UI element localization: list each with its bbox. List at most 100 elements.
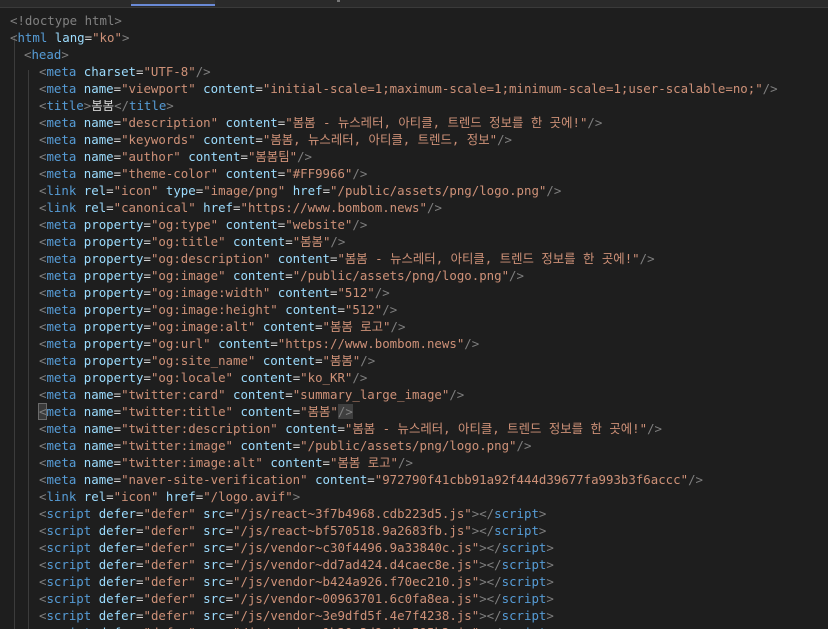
code-line[interactable]: <script defer="defer" src="/js/vendor~1b… [39, 624, 554, 629]
code-line[interactable]: <script defer="defer" src="/js/vendor~3e… [39, 607, 554, 624]
code-line[interactable]: <title>봄봄</title> [39, 97, 174, 114]
code-token: ></ [479, 608, 502, 623]
code-line[interactable]: <!doctype html> [10, 12, 122, 29]
code-token: "og:image:alt" [150, 319, 256, 334]
code-line[interactable]: <meta property="og:site_name" content="봄… [39, 352, 375, 369]
code-line[interactable]: <meta property="og:type" content="websit… [39, 216, 367, 233]
code-token: "ko_KR" [300, 370, 353, 385]
code-token: > [546, 574, 554, 589]
code-token: defer [98, 591, 137, 606]
code-token: = [337, 421, 345, 436]
code-line[interactable]: <head> [24, 46, 69, 63]
code-token: name [83, 115, 114, 130]
code-line[interactable]: <script defer="defer" src="/js/vendor~c3… [39, 539, 554, 556]
code-line[interactable]: <script defer="defer" src="/js/vendor~00… [39, 590, 554, 607]
code-token: > [538, 506, 547, 521]
active-editor-tab[interactable] [131, 0, 215, 6]
code-line[interactable]: <script defer="defer" src="/js/vendor~dd… [39, 556, 554, 573]
code-line[interactable]: <meta property="og:locale" content="ko_K… [39, 369, 367, 386]
code-token: = [285, 268, 293, 283]
code-line[interactable]: <meta property="og:image:width" content=… [39, 284, 390, 301]
code-line[interactable]: <meta name="keywords" content="봄봄, 뉴스레터,… [39, 131, 512, 148]
code-line[interactable]: <meta property="og:image:height" content… [39, 301, 397, 318]
code-line[interactable]: <link rel="icon" href="/logo.avif"> [39, 488, 300, 505]
code-token: /> [449, 387, 465, 402]
code-token: = [113, 472, 122, 487]
code-token: "og:image:width" [150, 285, 271, 300]
code-token: content [262, 353, 316, 368]
code-token: "봄봄" [292, 234, 331, 249]
code-line[interactable]: <meta name="description" content="봄봄 - 뉴… [39, 114, 602, 131]
code-token: meta [46, 438, 77, 453]
code-token: = [322, 183, 331, 198]
code-line[interactable]: <script defer="defer" src="/js/react~3f7… [39, 505, 546, 522]
code-token: meta [46, 387, 77, 402]
code-token: href [203, 200, 234, 215]
code-line[interactable]: <meta name="twitter:image:alt" content="… [39, 454, 413, 471]
code-line[interactable]: <meta name="theme-color" content="#FF996… [39, 165, 367, 182]
code-token: name [83, 149, 114, 164]
code-line[interactable]: <script defer="defer" src="/js/vendor~b4… [39, 573, 554, 590]
code-token: script [494, 506, 539, 521]
code-line[interactable]: <meta name="naver-site-verification" con… [39, 471, 703, 488]
code-token: = [143, 302, 151, 317]
code-token: = [315, 319, 323, 334]
code-token: name [83, 81, 114, 96]
code-token: "/public/assets/png/logo.png" [300, 438, 517, 453]
code-line[interactable]: <meta property="og:image" content="/publ… [39, 267, 524, 284]
code-token: = [225, 557, 234, 572]
code-line[interactable]: <meta charset="UTF-8"/> [39, 63, 211, 80]
code-line[interactable]: <meta name="twitter:title" content="봄봄"/… [37, 403, 353, 420]
code-token: "972790f41cbb91a92f444d39677fa993b3f6acc… [374, 472, 689, 487]
code-line[interactable]: <html lang="ko"> [10, 29, 129, 46]
code-line[interactable]: <meta property="og:title" content="봄봄"/> [39, 233, 345, 250]
code-token: "icon" [113, 489, 159, 504]
code-token: = [113, 149, 122, 164]
code-line[interactable]: <link rel="canonical" href="https://www.… [39, 199, 442, 216]
code-token: "defer" [143, 506, 196, 521]
code-line[interactable]: <meta property="og:image:alt" content="봄… [39, 318, 405, 335]
code-token: > [546, 591, 554, 606]
code-token: meta [46, 81, 77, 96]
code-token: = [225, 523, 234, 538]
code-token: </ [114, 98, 129, 113]
code-token: "defer" [143, 557, 196, 572]
code-token: script [501, 557, 547, 572]
code-token: "/js/vendor~b424a926.f70ec210.js" [233, 574, 480, 589]
code-token: content [203, 132, 256, 147]
code-token: = [106, 200, 114, 215]
code-token: <!doctype html> [10, 13, 122, 28]
code-token: "viewport" [121, 81, 196, 96]
code-token: name [83, 404, 114, 419]
code-line[interactable]: <script defer="defer" src="/js/react~bf5… [39, 522, 546, 539]
code-token: script [46, 523, 92, 538]
code-token: = [255, 132, 263, 147]
code-line[interactable]: <meta name="viewport" content="initial-s… [39, 80, 778, 97]
code-line[interactable]: <meta name="twitter:image" content="/pub… [39, 437, 531, 454]
code-token: "/public/assets/png/logo.png" [292, 268, 510, 283]
code-token: "/js/vendor~c30f4496.9a33840c.js" [233, 540, 480, 555]
code-line[interactable]: <meta property="og:description" content=… [39, 250, 655, 267]
code-token: content [218, 336, 271, 351]
code-line[interactable]: <meta name="twitter:description" content… [39, 420, 662, 437]
code-editor[interactable]: <!doctype html> <html lang="ko"> <head> <me… [0, 8, 828, 629]
code-line[interactable]: <meta name="twitter:card" content="summa… [39, 386, 464, 403]
code-line[interactable]: <link rel="icon" type="image/png" href="… [39, 182, 561, 199]
code-token: content [262, 319, 316, 334]
code-line[interactable]: <meta property="og:url" content="https:/… [39, 335, 479, 352]
code-line[interactable]: <meta name="author" content="봄봄팀"/> [39, 148, 312, 165]
